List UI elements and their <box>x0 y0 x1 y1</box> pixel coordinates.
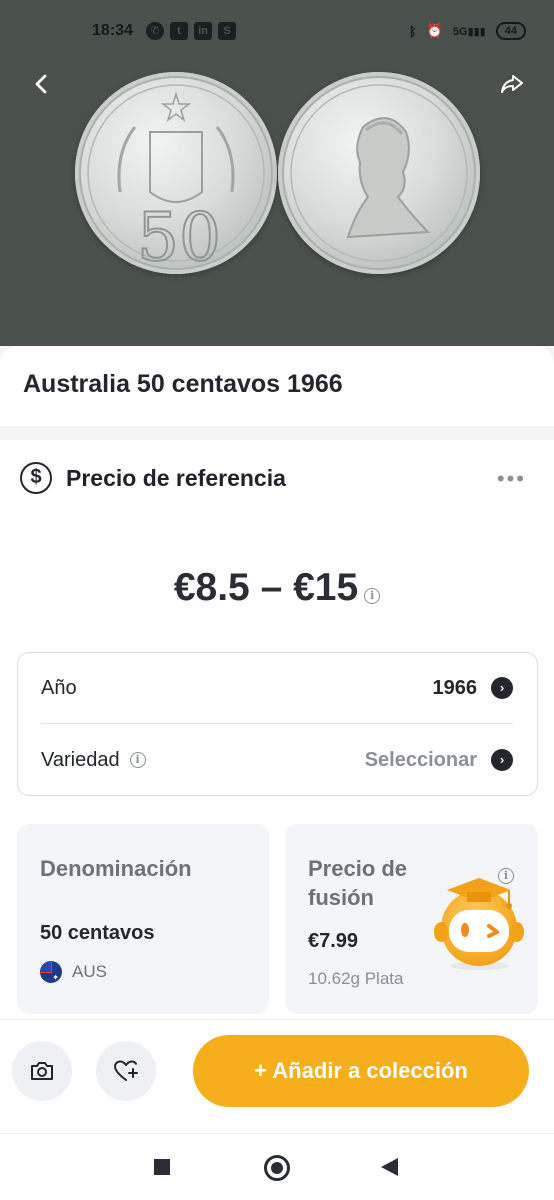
queen-portrait-engraving <box>290 84 468 262</box>
variety-label-group: Variedad i <box>41 749 146 772</box>
back-triangle-icon[interactable] <box>381 1158 398 1176</box>
coin-title-card: Australia 50 centavos 1966 <box>0 346 554 426</box>
year-value: 1966 <box>432 676 478 699</box>
alarm-icon: ⏰ <box>426 23 443 38</box>
status-system-icons: ᛒ ⏰ 5G▮▮▮ 44 <box>409 22 526 40</box>
divider <box>41 723 513 724</box>
signal-5g-icon: 5G▮▮▮ <box>452 25 486 38</box>
whatsapp-icon: ✆ <box>146 22 164 40</box>
variety-row[interactable]: Variedad i Seleccionar › <box>41 745 513 775</box>
coin-obverse-image[interactable] <box>278 72 480 274</box>
status-bar: 18:34 ✆ t in S ᛒ ⏰ 5G▮▮▮ 44 <box>0 18 554 46</box>
country-row: AUS <box>40 961 107 983</box>
variety-info-icon[interactable]: i <box>129 752 146 768</box>
denomination-card: Denominación 50 centavos AUS <box>17 824 269 1014</box>
svg-text:50: 50 <box>137 199 221 274</box>
melt-price-title: Precio de fusión <box>308 854 407 912</box>
more-dots-icon[interactable]: ••• <box>497 468 526 490</box>
price-range-row: €8.5 – €15 i <box>0 566 554 610</box>
chevron-left-icon <box>35 74 47 94</box>
price-range: €8.5 – €15 <box>173 566 359 609</box>
battery-level: 44 <box>504 25 517 37</box>
coin-image-header: 18:34 ✆ t in S ᛒ ⏰ 5G▮▮▮ 44 50 <box>0 0 554 346</box>
year-row[interactable]: Año 1966 › <box>41 673 513 703</box>
system-nav-bar <box>0 1133 554 1200</box>
share-button[interactable] <box>498 70 526 98</box>
camera-icon <box>31 1062 53 1080</box>
add-to-collection-button[interactable]: + Añadir a colección <box>193 1035 529 1107</box>
melt-title-line2: fusión <box>308 885 374 910</box>
camera-button[interactable] <box>12 1041 72 1101</box>
share-icon <box>501 75 523 93</box>
heart-plus-icon <box>114 1060 138 1081</box>
reference-price-header: $ Precio de referencia <box>20 462 286 494</box>
denomination-value: 50 centavos <box>40 922 155 944</box>
chevron-right-circle-icon: › <box>491 677 513 699</box>
reference-price-title: Precio de referencia <box>66 464 286 491</box>
coat-of-arms-engraving: 50 <box>87 84 265 277</box>
chevron-right-circle-icon: › <box>491 749 513 771</box>
bottom-action-bar: + Añadir a colección <box>0 1019 554 1133</box>
home-icon[interactable] <box>264 1155 290 1181</box>
variety-label: Variedad <box>41 748 120 771</box>
s-app-icon: S <box>218 22 236 40</box>
melt-weight-metal: 10.62g Plata <box>308 969 404 988</box>
melt-price-value: €7.99 <box>308 930 359 952</box>
favorite-button[interactable] <box>96 1041 156 1101</box>
reference-price-section: $ Precio de referencia ••• €8.5 – €15 i A… <box>0 440 554 1020</box>
bluetooth-icon: ᛒ <box>408 23 417 39</box>
battery-icon: 44 <box>495 22 526 40</box>
status-time: 18:34 <box>92 22 133 39</box>
coin-details-box: Año 1966 › Variedad i Seleccionar › <box>17 652 538 796</box>
melt-price-card[interactable]: Precio de fusión i €7.99 10.62g Plata <box>285 824 538 1014</box>
coin-title: Australia 50 centavos 1966 <box>23 370 343 398</box>
twitter-icon: t <box>170 22 188 40</box>
country-code: AUS <box>72 962 107 981</box>
price-info-icon[interactable]: i <box>364 587 381 604</box>
dollar-circle-icon: $ <box>20 462 52 494</box>
year-label: Año <box>41 676 77 699</box>
melt-title-line1: Precio de <box>308 856 408 881</box>
coin-reverse-image[interactable]: 50 <box>75 72 277 277</box>
linkedin-icon: in <box>194 22 212 40</box>
back-button[interactable] <box>28 70 56 98</box>
year-value-group: 1966 › <box>432 676 513 700</box>
variety-value: Seleccionar <box>364 748 477 771</box>
variety-value-group: Seleccionar › <box>365 749 513 772</box>
australia-flag-icon <box>40 961 62 983</box>
mascot-icon <box>434 878 524 970</box>
status-app-icons: ✆ t in S <box>146 22 236 40</box>
denomination-title: Denominación <box>40 856 192 881</box>
recents-icon[interactable] <box>154 1159 170 1175</box>
